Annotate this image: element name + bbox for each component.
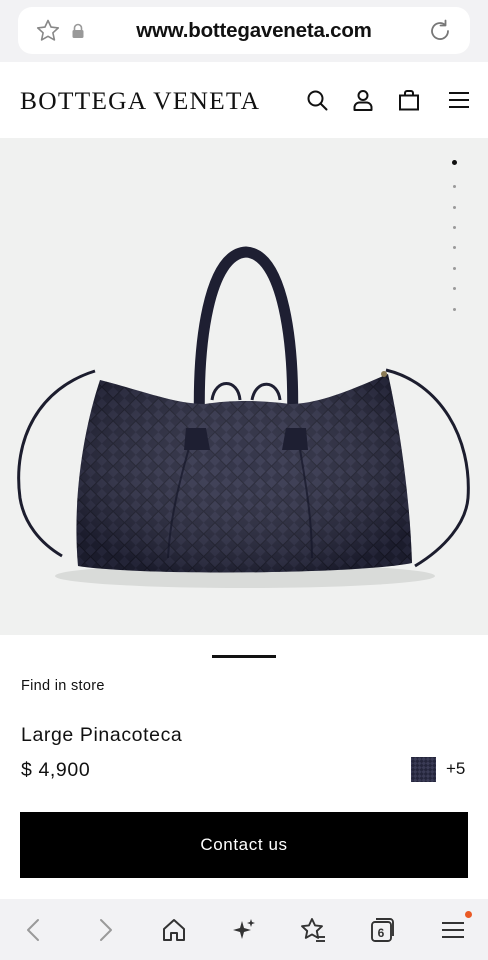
tab-count: 6 [377,926,385,940]
scroll-indicator [212,655,276,658]
forward-arrow-icon[interactable] [91,916,119,944]
notification-dot [465,911,472,918]
account-icon[interactable] [351,88,375,112]
find-in-store-link[interactable]: Find in store [21,678,105,694]
search-icon[interactable] [305,88,329,112]
hamburger-menu-icon[interactable] [447,88,471,112]
gallery-dot[interactable] [453,246,456,249]
gallery-dot[interactable] [453,226,456,229]
tabs-icon[interactable]: 6 [368,916,396,944]
gallery-dot-active[interactable] [452,160,457,165]
product-price: $ 4,900 [21,759,91,781]
sparkle-icon[interactable] [230,916,258,944]
product-image [17,246,470,588]
url-text[interactable]: www.bottegaveneta.com [108,7,400,54]
gallery-dot[interactable] [453,185,456,188]
contact-us-button[interactable]: Contact us [20,812,468,878]
reload-icon[interactable] [427,18,453,44]
gallery-dot[interactable] [453,287,456,290]
more-colors-count[interactable]: +5 [446,759,465,779]
product-image-gallery[interactable] [0,138,488,635]
gallery-dot[interactable] [453,206,456,209]
brand-logo[interactable]: BOTTEGA VENETA [20,86,260,116]
lock-icon [71,23,85,39]
gallery-dot[interactable] [453,308,456,311]
browser-bottom-bar: 6 [0,899,488,960]
back-arrow-icon[interactable] [20,916,48,944]
product-name: Large Pinacoteca [21,724,183,746]
home-icon[interactable] [160,916,188,944]
star-icon[interactable] [35,18,61,44]
menu-icon[interactable] [439,916,467,944]
browser-url-bar: www.bottegaveneta.com [0,0,488,62]
site-header: BOTTEGA VENETA [0,62,488,138]
gallery-dot[interactable] [453,267,456,270]
color-swatch[interactable] [411,757,436,782]
bag-icon[interactable] [397,88,421,112]
address-field[interactable]: www.bottegaveneta.com [18,7,470,54]
bookmarks-icon[interactable] [299,916,327,944]
